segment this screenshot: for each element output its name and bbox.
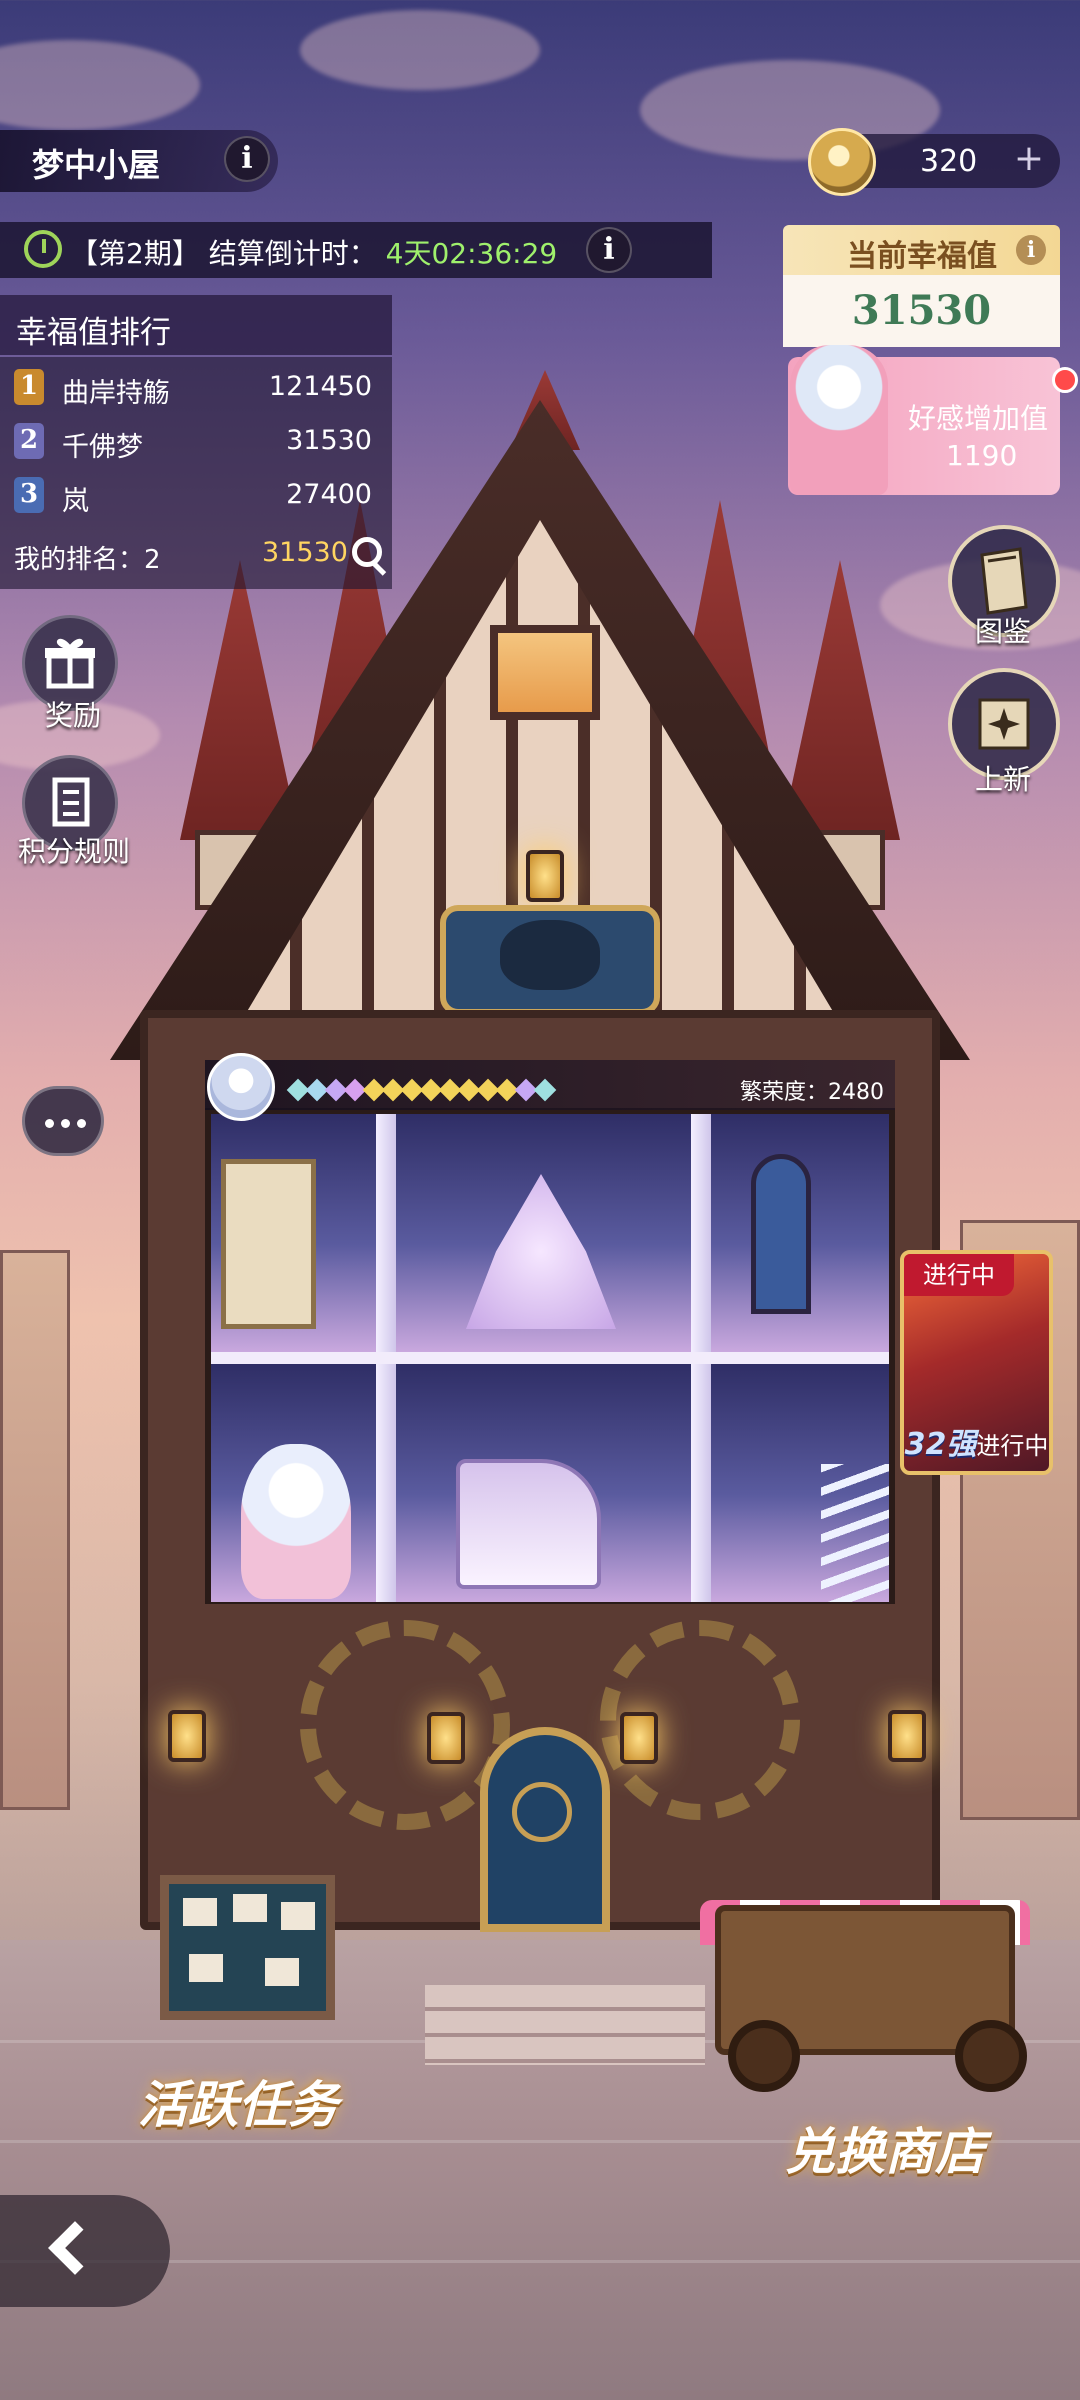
character-portrait — [790, 345, 888, 495]
gallery-label[interactable]: 图鉴 — [950, 610, 1056, 650]
countdown-label: 结算倒计时： — [208, 237, 377, 270]
favor-label: 好感增加值 — [908, 402, 1049, 435]
new-label[interactable]: 上新 — [950, 758, 1056, 798]
rank-name: 岚 — [62, 486, 89, 517]
ranking-row: 3 岚 27400 — [14, 471, 376, 519]
event-status-label: 进行中 — [976, 1432, 1049, 1460]
event-card[interactable]: 进行中 32强进行中 — [900, 1250, 1053, 1475]
star-coin-icon — [808, 128, 876, 196]
my-rank-label: 我的排名：2 — [14, 545, 161, 575]
countdown-info-icon[interactable]: i — [586, 227, 632, 273]
ranking-panel[interactable]: 幸福值排行 1 曲岸持觞 121450 2 千佛梦 31530 3 岚 2740… — [0, 295, 392, 590]
event-status: 32强进行中 — [904, 1419, 1049, 1463]
rules-label[interactable]: 积分规则 — [8, 830, 140, 870]
currency-value: 320 — [920, 144, 978, 179]
add-currency-button[interactable]: + — [1014, 138, 1044, 179]
reward-label[interactable]: 奖励 — [28, 694, 118, 734]
rank-score: 31530 — [286, 425, 372, 456]
ranking-row: 2 千佛梦 31530 — [14, 417, 376, 465]
happiness-info-icon[interactable]: i — [1016, 235, 1046, 265]
chat-dot — [77, 1119, 86, 1128]
rank-badge: 1 — [14, 369, 44, 405]
active-tasks-button[interactable]: 活跃任务 — [138, 2065, 338, 2137]
favor-panel[interactable]: 好感增加值 1190 — [788, 345, 1060, 495]
period-label: 【第2期】 — [70, 237, 200, 270]
ranking-row: 1 曲岸持觞 121450 — [14, 363, 376, 411]
chat-dot — [61, 1119, 70, 1128]
rank-score: 27400 — [286, 479, 372, 510]
title-info-icon[interactable]: i — [224, 136, 270, 182]
event-tag: 进行中 — [904, 1254, 1014, 1296]
countdown-time: 4天02:36:29 — [385, 237, 558, 270]
chat-button[interactable] — [22, 1086, 104, 1156]
rank-score: 121450 — [268, 371, 372, 402]
ranking-title: 幸福值排行 — [0, 295, 392, 355]
my-score: 31530 — [262, 537, 348, 568]
page-title: 梦中小屋 — [32, 146, 161, 184]
search-icon[interactable] — [352, 537, 382, 567]
back-arrow-icon — [48, 2221, 102, 2275]
happiness-value: 31530 — [783, 275, 1060, 347]
event-round: 32强 — [904, 1427, 977, 1462]
clock-icon — [24, 230, 62, 268]
chat-dot — [45, 1119, 54, 1128]
notification-dot — [1052, 367, 1078, 393]
rank-badge: 3 — [14, 477, 44, 513]
rank-name: 曲岸持觞 — [62, 378, 170, 409]
avatar[interactable] — [207, 1053, 275, 1121]
countdown-text: 【第2期】 结算倒计时： 4天02:36:29 — [70, 232, 557, 272]
rank-badge: 2 — [14, 423, 44, 459]
happiness-panel: 当前幸福值 i 31530 — [783, 225, 1060, 347]
exchange-shop-button[interactable]: 兑换商店 — [785, 2112, 985, 2184]
back-button[interactable] — [0, 2195, 170, 2307]
rank-name: 千佛梦 — [62, 432, 143, 463]
prosperity-label: 繁荣度：2480 — [740, 1080, 884, 1105]
notice-board[interactable] — [160, 1875, 335, 2020]
favor-value: 1190 — [946, 439, 1018, 472]
